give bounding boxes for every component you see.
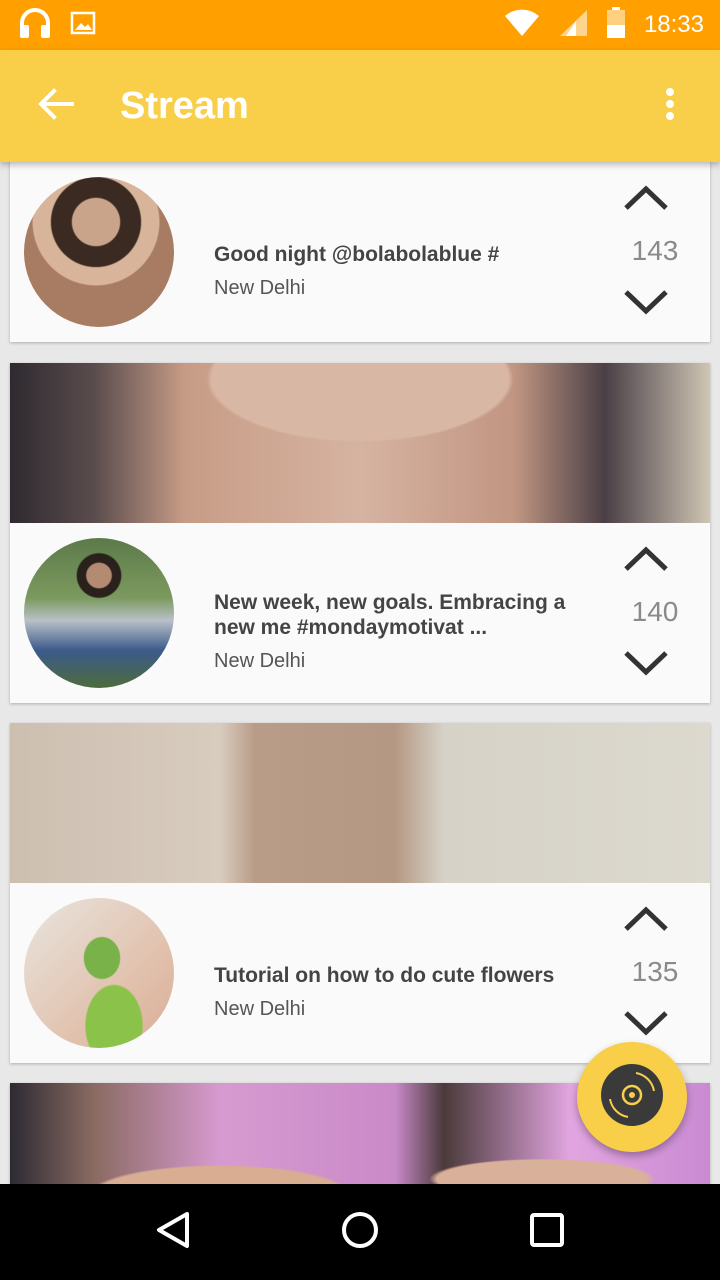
post-card[interactable]: New week, new goals. Embracing a new me … bbox=[10, 363, 710, 703]
nav-recents-button[interactable] bbox=[499, 1184, 595, 1280]
chevron-down-icon bbox=[622, 1009, 670, 1042]
nav-back-button[interactable] bbox=[125, 1184, 221, 1280]
post-location: New Delhi bbox=[214, 650, 306, 672]
avatar[interactable] bbox=[24, 177, 174, 327]
chevron-up-icon bbox=[622, 184, 670, 217]
chevron-down-icon bbox=[622, 649, 670, 682]
signal-icon bbox=[558, 9, 588, 42]
avatar[interactable] bbox=[24, 898, 174, 1048]
chevron-down-icon bbox=[622, 288, 670, 321]
post-card[interactable]: Good night @bolabolablue # New Delhi 143 bbox=[10, 162, 710, 342]
vote-count: 135 bbox=[631, 956, 679, 987]
vote-control: 135 bbox=[600, 883, 710, 1063]
system-nav-bar bbox=[0, 1184, 720, 1280]
downvote-button[interactable] bbox=[620, 288, 672, 320]
post-location: New Delhi bbox=[214, 277, 306, 299]
post-location: New Delhi bbox=[214, 998, 306, 1020]
chevron-up-icon bbox=[622, 545, 670, 578]
post-title[interactable]: Good night @bolabolablue # bbox=[214, 242, 594, 267]
avatar[interactable] bbox=[24, 538, 174, 688]
vote-control: 143 bbox=[600, 162, 710, 342]
downvote-button[interactable] bbox=[620, 1009, 672, 1041]
back-button[interactable] bbox=[0, 50, 112, 162]
stream-feed[interactable]: Good night @bolabolablue # New Delhi 143… bbox=[0, 162, 720, 1184]
battery-icon bbox=[606, 6, 626, 44]
headphones-icon bbox=[18, 7, 52, 44]
upvote-button[interactable] bbox=[620, 905, 672, 937]
vote-control: 140 bbox=[600, 523, 710, 703]
chevron-up-icon bbox=[622, 905, 670, 938]
nav-home-button[interactable] bbox=[312, 1184, 408, 1280]
overflow-menu-button[interactable] bbox=[620, 50, 720, 162]
status-bar: 18:33 bbox=[0, 0, 720, 50]
more-vert-icon bbox=[665, 87, 675, 126]
recents-square-icon bbox=[527, 1210, 567, 1255]
home-circle-icon bbox=[340, 1210, 380, 1255]
vote-count: 143 bbox=[631, 235, 679, 266]
status-time: 18:33 bbox=[643, 11, 704, 38]
upvote-button[interactable] bbox=[620, 184, 672, 216]
image-icon bbox=[70, 11, 96, 40]
app-bar: Stream bbox=[0, 50, 720, 162]
upvote-button[interactable] bbox=[620, 545, 672, 577]
back-triangle-icon bbox=[153, 1210, 193, 1255]
page-title: Stream bbox=[120, 84, 249, 127]
post-image[interactable] bbox=[10, 723, 710, 883]
post-card[interactable]: Tutorial on how to do cute flowers New D… bbox=[10, 723, 710, 1063]
vote-count: 140 bbox=[631, 596, 679, 627]
arrow-back-icon bbox=[38, 87, 74, 125]
post-title[interactable]: Tutorial on how to do cute flowers bbox=[214, 963, 594, 988]
post-image[interactable] bbox=[10, 363, 710, 523]
music-fab-button[interactable] bbox=[577, 1042, 687, 1152]
post-title[interactable]: New week, new goals. Embracing a new me … bbox=[214, 590, 594, 640]
downvote-button[interactable] bbox=[620, 649, 672, 681]
music-disc-icon bbox=[600, 1063, 664, 1132]
wifi-icon bbox=[504, 9, 540, 42]
